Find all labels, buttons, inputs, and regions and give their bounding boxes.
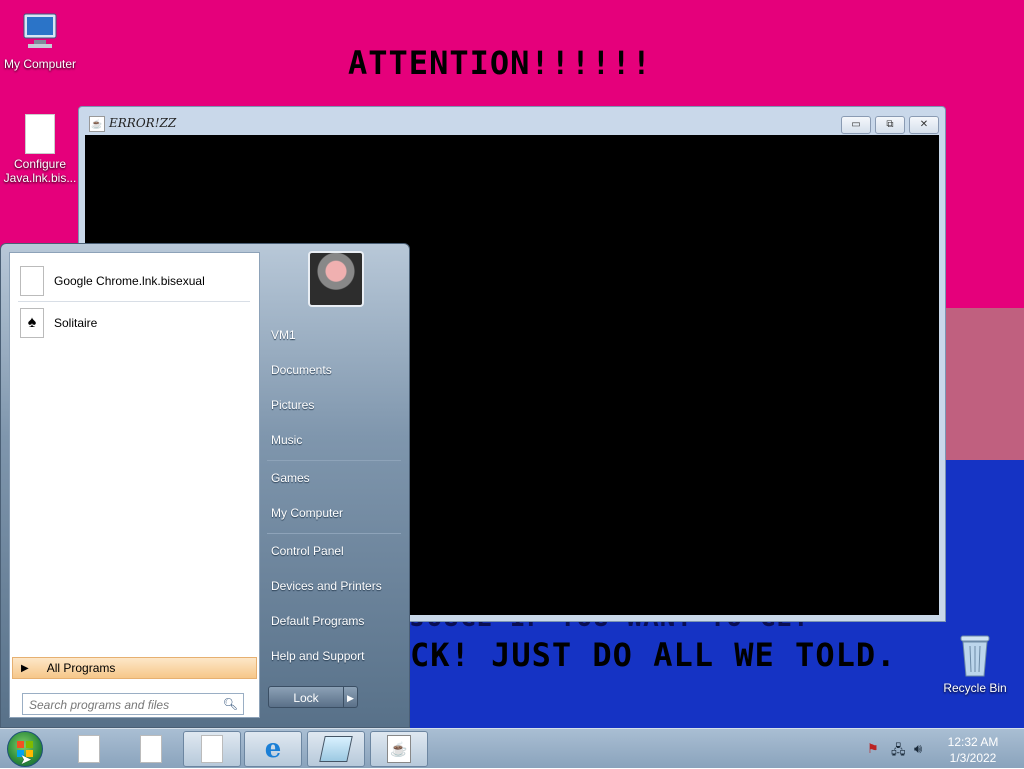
start-link-devices-printers[interactable]: Devices and Printers [271,572,401,600]
restore-button[interactable]: ⧉ [875,116,905,134]
clock-time[interactable]: 12:32 AM [944,735,1002,749]
start-menu: Google Chrome.lnk.bisexual ♠ Solitaire ▶… [0,243,410,728]
taskbar: ➤ e ☕ ⚑ 🖧 🔊︎ 12:32 AM 1/3/2022 [0,728,1024,768]
program-label: Solitaire [54,316,98,330]
separator [18,301,250,302]
start-link-documents[interactable]: Documents [271,356,401,384]
taskbar-item-file-3[interactable] [183,731,241,767]
start-link-my-computer[interactable]: My Computer [271,499,401,527]
java-icon: ☕ [387,735,411,763]
separator [267,533,401,534]
start-menu-programs-pane: Google Chrome.lnk.bisexual ♠ Solitaire ▶… [9,252,260,718]
computer-icon [23,13,57,48]
file-icon [20,266,44,296]
action-center-flag-icon[interactable]: ⚑ [867,741,879,757]
program-label: Google Chrome.lnk.bisexual [54,274,205,288]
notepad-icon [319,736,353,762]
window-title-bar[interactable]: ☕ ERROR!ZZ ▭ ⧉ ✕ [85,113,939,135]
all-programs-button[interactable]: ▶ All Programs [12,657,257,679]
separator [267,460,401,461]
file-icon [201,735,223,763]
mouse-cursor-icon: ➤ [20,751,32,767]
desktop-icon-label: My Computer [3,57,77,71]
desktop-icon-my-computer[interactable]: My Computer [0,10,80,71]
internet-explorer-icon: e [264,734,282,764]
solitaire-icon: ♠ [20,308,44,338]
arrow-right-icon: ▶ [21,662,29,674]
volume-icon[interactable]: 🔊︎ [914,741,922,757]
taskbar-item-file-1[interactable] [60,731,118,767]
program-google-chrome[interactable]: Google Chrome.lnk.bisexual [16,263,254,299]
desktop-icon-label: Recycle Bin [943,681,1007,695]
desktop-icon-label: Configure Java.lnk.bis... [3,157,77,185]
start-link-help-support[interactable]: Help and Support [271,642,401,670]
taskbar-item-java[interactable]: ☕ [370,731,428,767]
start-link-default-programs[interactable]: Default Programs [271,607,401,635]
window-title: ERROR!ZZ [109,116,177,130]
search-box[interactable]: 🔍︎ [22,693,244,715]
java-icon: ☕ [89,116,105,132]
file-icon [25,114,55,154]
start-link-vm1[interactable]: VM1 [271,321,401,349]
start-link-music[interactable]: Music [271,426,401,454]
network-icon[interactable]: 🖧 [891,741,906,763]
wallpaper-warning-text: CK! JUST DO ALL WE TOLD. [410,636,897,674]
user-avatar[interactable] [308,251,364,307]
recycle-bin-icon [960,635,990,677]
start-link-pictures[interactable]: Pictures [271,391,401,419]
taskbar-item-internet-explorer[interactable]: e [244,731,302,767]
close-button[interactable]: ✕ [909,116,939,134]
file-icon [140,735,162,763]
all-programs-label: All Programs [46,661,116,675]
clock-date[interactable]: 1/3/2022 [944,751,1002,765]
minimize-button[interactable]: ▭ [841,116,871,134]
taskbar-item-notepad[interactable] [307,731,365,767]
lock-button[interactable]: Lock [268,686,344,708]
lock-options-arrow-icon[interactable]: ▶ [344,686,358,708]
file-icon [78,735,100,763]
desktop-icon-recycle-bin[interactable]: Recycle Bin [935,632,1015,695]
start-link-control-panel[interactable]: Control Panel [271,537,401,565]
search-input[interactable] [27,696,221,714]
wallpaper-attention-text: ATTENTION!!!!!! [348,44,652,82]
start-link-games[interactable]: Games [271,464,401,492]
taskbar-item-file-2[interactable] [122,731,180,767]
search-icon[interactable]: 🔍︎ [223,697,238,711]
desktop-icon-configure-java[interactable]: Configure Java.lnk.bis... [0,114,80,185]
program-solitaire[interactable]: ♠ Solitaire [16,305,254,341]
